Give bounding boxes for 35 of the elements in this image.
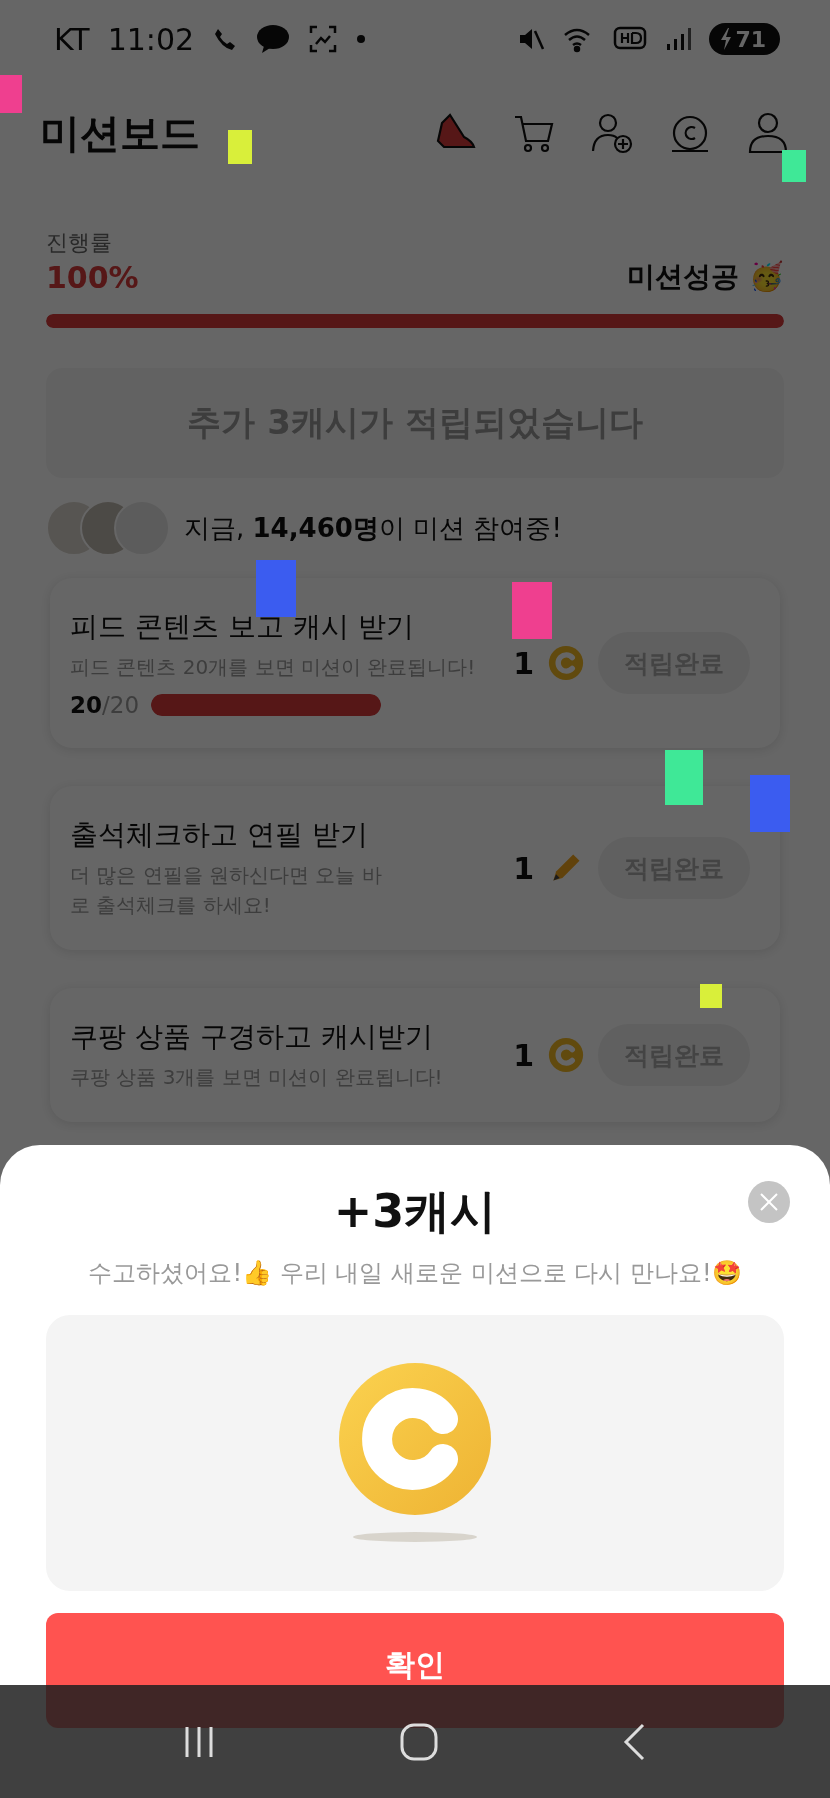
confetti-icon bbox=[665, 750, 703, 805]
confetti-icon bbox=[228, 130, 252, 164]
reward-amount: 1 bbox=[513, 1037, 534, 1073]
clock: 11:02 bbox=[107, 21, 195, 57]
participant-count: 지금, 14,460명이 미션 참여중! bbox=[184, 511, 562, 545]
chat-bubble-icon bbox=[256, 24, 291, 54]
mission-status: 미션성공 🥳 bbox=[627, 259, 784, 295]
hd-icon bbox=[613, 26, 648, 52]
progress-value: 100% bbox=[46, 259, 139, 295]
carrier: KT bbox=[54, 21, 90, 57]
coin-icon bbox=[548, 645, 584, 681]
add-user-icon[interactable] bbox=[590, 111, 634, 155]
confetti-icon bbox=[782, 150, 806, 182]
dot-icon bbox=[356, 34, 367, 44]
mission-title: 출석체크하고 연필 받기 bbox=[70, 817, 369, 853]
mission-title: 쿠팡 상품 구경하고 캐시받기 bbox=[70, 1019, 434, 1055]
page-title: 미션보드 bbox=[40, 108, 200, 158]
sheet-subtitle: 수고하셨어요!👍 우리 내일 새로운 미션으로 다시 만나요!🤩 bbox=[88, 1258, 742, 1289]
sheet-title: +3캐시 bbox=[333, 1183, 497, 1240]
confetti-icon bbox=[750, 775, 790, 832]
reward-amount: 1 bbox=[513, 645, 534, 681]
coin-icon bbox=[548, 1037, 584, 1073]
battery-indicator: 71 bbox=[709, 23, 780, 55]
mission-title: 피드 콘텐츠 보고 캐시 받기 bbox=[70, 609, 415, 645]
confetti-icon bbox=[256, 560, 296, 617]
user-icon[interactable] bbox=[746, 111, 790, 155]
confetti-icon bbox=[512, 582, 552, 639]
signal-icon bbox=[665, 26, 692, 52]
confetti-icon bbox=[0, 75, 22, 113]
reward-amount: 1 bbox=[513, 850, 534, 886]
screenshot-icon bbox=[308, 24, 339, 54]
confetti-icon bbox=[700, 984, 722, 1008]
progress-label: 진행률 bbox=[46, 229, 113, 257]
home-icon[interactable] bbox=[399, 1721, 439, 1762]
close-icon bbox=[758, 1191, 780, 1213]
